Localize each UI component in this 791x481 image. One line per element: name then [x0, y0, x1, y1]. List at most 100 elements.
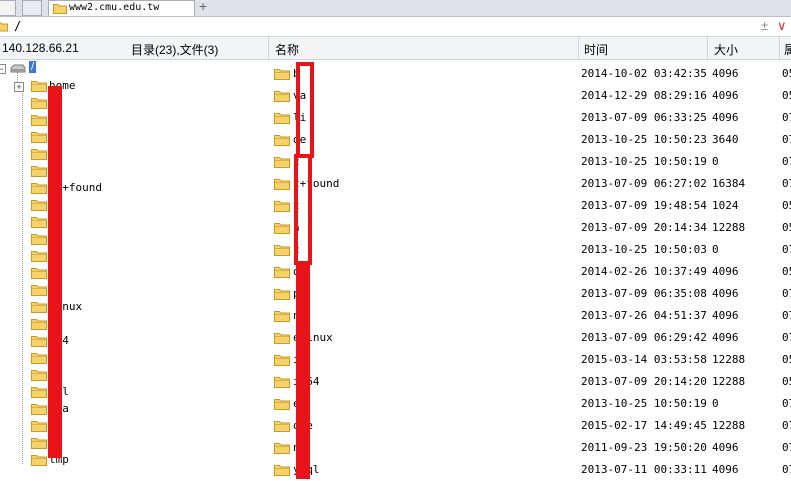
expand-toggle[interactable]: +	[14, 82, 24, 92]
tree-item[interactable]: sql	[0, 384, 268, 401]
file-row[interactable]: li2013-07-09 06:33:25409607	[268, 107, 791, 129]
file-row[interactable]: b2014-10-02 03:42:35409605	[268, 63, 791, 85]
file-row[interactable]: ysql2013-07-11 00:33:11409607	[268, 459, 791, 481]
file-row[interactable]: va2014-12-29 08:29:16409605	[268, 85, 791, 107]
tree-item[interactable]: ot	[0, 248, 268, 265]
folder-icon	[31, 81, 47, 92]
tree-item[interactable]: tmp	[0, 452, 268, 469]
file-owner: 07	[782, 441, 791, 454]
column-owner-header[interactable]: 属	[784, 41, 791, 58]
file-size: 4096	[712, 287, 739, 300]
tab-active[interactable]: www2.cmu.edu.tw	[48, 0, 195, 16]
file-row[interactable]: t+found2013-07-09 06:27:021638407	[268, 173, 791, 195]
tree-item[interactable]: in	[0, 214, 268, 231]
file-time: 2011-09-23 19:50:20	[581, 441, 707, 454]
tree-item[interactable]: v	[0, 367, 268, 384]
tree-item[interactable]: dia	[0, 401, 268, 418]
file-row[interactable]: c2013-10-25 10:50:19007	[268, 151, 791, 173]
file-time: 2013-07-09 06:33:25	[581, 111, 707, 124]
file-owner: 07	[782, 331, 791, 344]
tree-item[interactable]: b	[0, 129, 268, 146]
file-row[interactable]: p2013-07-09 06:35:08409607	[268, 283, 791, 305]
file-row[interactable]: n2013-07-09 20:14:341228805	[268, 217, 791, 239]
file-row[interactable]: n2013-07-26 04:51:37409607	[268, 305, 791, 327]
redaction-bar	[296, 263, 310, 479]
folder-icon	[31, 285, 47, 296]
folder-icon	[274, 267, 290, 278]
file-owner: 07	[782, 397, 791, 410]
collapse-toggle[interactable]: −	[0, 64, 6, 74]
history-button[interactable]: ±	[761, 18, 768, 33]
tree-item[interactable]: + home	[0, 78, 268, 95]
file-time: 2014-10-02 03:42:35	[581, 67, 707, 80]
file-owner: 05	[782, 221, 791, 234]
path-bar[interactable]: / ± ∨	[0, 17, 791, 37]
folder-tree[interactable]: − / +homenrbvscst+foundotinocotttlinuxcb…	[0, 60, 268, 479]
folder-icon	[31, 319, 47, 330]
folder-icon	[31, 166, 47, 177]
tree-item[interactable]: r	[0, 112, 268, 129]
tree-item[interactable]: ot	[0, 197, 268, 214]
folder-icon	[274, 135, 290, 146]
current-path[interactable]: /	[14, 19, 21, 33]
file-owner: 07	[782, 309, 791, 322]
file-owner: 07	[782, 111, 791, 124]
column-time-header[interactable]: 时间	[584, 41, 608, 58]
file-size: 4096	[712, 265, 739, 278]
folder-icon	[274, 421, 290, 432]
tree-item[interactable]: oc	[0, 231, 268, 248]
tree-root[interactable]: − /	[0, 60, 268, 77]
file-row[interactable]: ot2014-02-26 10:37:49409605	[268, 261, 791, 283]
folder-icon	[31, 183, 47, 194]
file-owner: 05	[782, 375, 791, 388]
tab-scroll-button[interactable]	[0, 0, 16, 16]
folder-icon	[274, 399, 290, 410]
file-row[interactable]: ib642013-07-09 20:14:201228805	[268, 371, 791, 393]
folder-icon	[274, 377, 290, 388]
folder-icon	[274, 333, 290, 344]
file-time: 2013-07-09 06:35:08	[581, 287, 707, 300]
folder-icon	[274, 157, 290, 168]
file-row[interactable]: ib2015-03-14 03:53:581228805	[268, 349, 791, 371]
folder-icon	[31, 302, 47, 313]
tree-item[interactable]: r	[0, 418, 268, 435]
file-size: 4096	[712, 67, 739, 80]
folder-icon	[31, 98, 47, 109]
tree-item[interactable]: t	[0, 350, 268, 367]
file-row[interactable]: nr2011-09-23 19:50:20409607	[268, 437, 791, 459]
file-row[interactable]: ome2015-02-17 14:49:451228807	[268, 415, 791, 437]
file-list[interactable]: b2014-10-02 03:42:35409605va2014-12-29 0…	[268, 60, 791, 479]
tree-item[interactable]: s	[0, 435, 268, 452]
file-time: 2013-07-09 06:27:02	[581, 177, 707, 190]
file-time: 2015-03-14 03:53:58	[581, 353, 707, 366]
file-time: 2013-07-26 04:51:37	[581, 309, 707, 322]
file-time: 2013-10-25 10:50:03	[581, 243, 707, 256]
file-row[interactable]: e2013-10-25 10:50:19007	[268, 393, 791, 415]
tree-item[interactable]: c	[0, 316, 268, 333]
tree-item[interactable]: linux	[0, 299, 268, 316]
file-time: 2015-02-17 14:49:45	[581, 419, 707, 432]
file-time: 2014-02-26 10:37:49	[581, 265, 707, 278]
file-row[interactable]: c2013-10-25 10:50:03007	[268, 239, 791, 261]
tree-item[interactable]: b64	[0, 333, 268, 350]
file-row[interactable]: t2013-07-09 19:48:54102405	[268, 195, 791, 217]
tree-item[interactable]: n	[0, 95, 268, 112]
dropdown-chevron-icon[interactable]: ∨	[777, 18, 787, 34]
file-time: 2013-07-11 00:33:11	[581, 463, 707, 476]
tree-item[interactable]: sc	[0, 163, 268, 180]
file-row[interactable]: elinux2013-07-09 06:29:42409607	[268, 327, 791, 349]
column-size-header[interactable]: 大小	[714, 41, 738, 58]
folder-icon	[274, 289, 290, 300]
tab-inactive-button[interactable]	[22, 0, 42, 16]
tree-item[interactable]: t	[0, 282, 268, 299]
tree-item[interactable]: v	[0, 146, 268, 163]
new-tab-button[interactable]: +	[199, 0, 207, 14]
tree-item[interactable]: st+found	[0, 180, 268, 197]
file-row[interactable]: de2013-10-25 10:50:23364007	[268, 129, 791, 151]
tree-item[interactable]: t	[0, 265, 268, 282]
column-name-header[interactable]: 名称	[275, 41, 299, 58]
tree-root-label[interactable]: /	[29, 61, 37, 73]
file-size: 4096	[712, 309, 739, 322]
file-size: 16384	[712, 177, 746, 190]
file-owner: 07	[782, 419, 791, 432]
